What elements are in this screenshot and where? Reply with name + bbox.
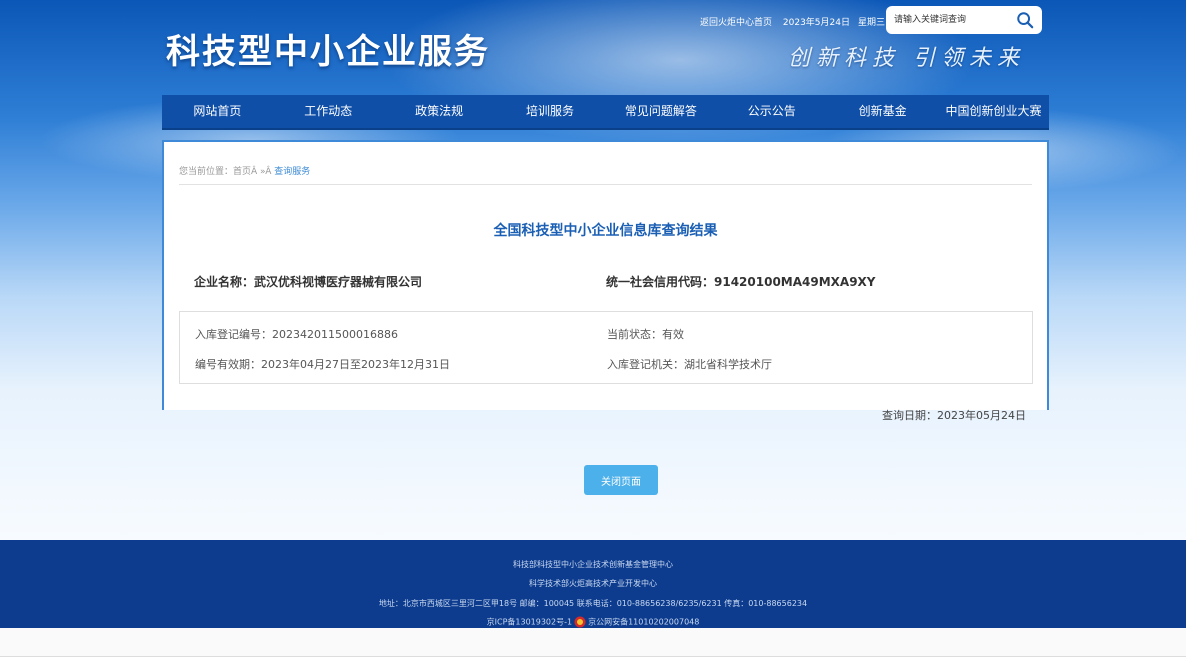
result-title: 全国科技型中小企业信息库查询结果: [493, 223, 718, 239]
search-box: [886, 6, 1042, 34]
bottom-strip: [0, 628, 1186, 657]
nav-item-news[interactable]: 工作动态: [273, 95, 384, 128]
icp-record[interactable]: 京ICP备13019302号-1: [487, 618, 572, 627]
current-date: 2023年5月24日: [782, 18, 850, 28]
site-title: 科技型中小企业服务: [166, 32, 490, 72]
nav-item-notices[interactable]: 公示公告: [716, 95, 827, 128]
current-weekday: 星期三: [857, 18, 885, 28]
police-badge-icon: [574, 616, 586, 628]
breadcrumb-separator: »Â: [257, 167, 275, 177]
company-name: 企业名称：武汉优科视博医疗器械有限公司: [194, 275, 423, 289]
police-record[interactable]: 京公网安备11010202007048: [588, 618, 699, 627]
breadcrumb: 您当前位置：首页Â »Â 查询服务: [179, 164, 310, 177]
breadcrumb-prefix: 您当前位置：: [179, 167, 234, 177]
top-links: 返回火炬中心首页 2023年5月24日 星期三: [700, 15, 893, 28]
search-icon[interactable]: [1016, 11, 1034, 29]
site-slogan: 创新科技 引领未来: [788, 46, 1025, 71]
nav-item-faq[interactable]: 常见问题解答: [606, 95, 717, 128]
credit-code: 统一社会信用代码：91420100MA49MXA9XY: [606, 275, 876, 289]
main-nav: 网站首页 工作动态 政策法规 培训服务 常见问题解答 公示公告 创新基金 中国创…: [162, 95, 1049, 130]
current-status: 当前状态：有效: [607, 328, 684, 341]
breadcrumb-home[interactable]: 首页Â: [233, 167, 257, 177]
footer-address: 地址：北京市西城区三里河二区甲18号 邮编：100045 联系电话：010-88…: [378, 599, 808, 608]
nav-item-policy[interactable]: 政策法规: [384, 95, 495, 128]
home-link[interactable]: 返回火炬中心首页: [700, 18, 772, 28]
info-box: 入库登记编号：202342011500016886 当前状态：有效 编号有效期：…: [179, 311, 1033, 384]
divider: [179, 184, 1032, 185]
footer-org-1: 科技部科技型中小企业技术创新基金管理中心: [513, 560, 673, 569]
footer-org-2: 科学技术部火炬高技术产业开发中心: [529, 579, 657, 588]
validity-period: 编号有效期：2023年04月27日至2023年12月31日: [195, 358, 450, 371]
close-page-button[interactable]: 关闭页面: [584, 465, 658, 495]
nav-item-competition[interactable]: 中国创新创业大赛: [938, 95, 1049, 128]
footer: 科技部科技型中小企业技术创新基金管理中心 科学技术部火炬高技术产业开发中心 地址…: [0, 540, 1186, 628]
search-input[interactable]: [894, 12, 1012, 28]
query-date: 查询日期：2023年05月24日: [882, 409, 1026, 422]
breadcrumb-current[interactable]: 查询服务: [274, 167, 310, 177]
registration-authority: 入库登记机关：湖北省科学技术厅: [607, 358, 772, 371]
registration-number: 入库登记编号：202342011500016886: [195, 328, 398, 341]
nav-item-training[interactable]: 培训服务: [495, 95, 606, 128]
result-panel: 您当前位置：首页Â »Â 查询服务 全国科技型中小企业信息库查询结果 企业名称：…: [162, 140, 1049, 410]
nav-item-home[interactable]: 网站首页: [162, 95, 273, 128]
footer-records: 京ICP备13019302号-1 京公网安备11010202007048: [0, 616, 1186, 628]
nav-item-innovation-fund[interactable]: 创新基金: [827, 95, 938, 128]
